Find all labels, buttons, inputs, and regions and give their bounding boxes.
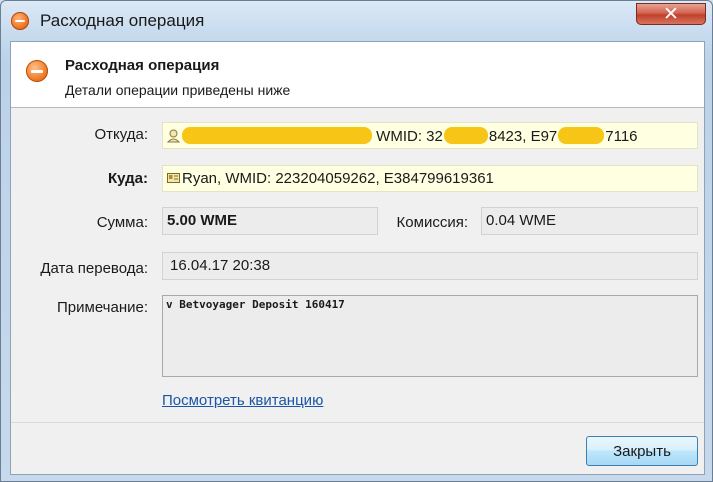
redacted-name bbox=[182, 127, 372, 144]
header-title: Расходная операция bbox=[65, 57, 220, 74]
minus-circle-icon bbox=[26, 60, 48, 82]
commission-field[interactable]: 0.04 WME bbox=[481, 207, 698, 235]
date-field[interactable]: 16.04.17 20:38 bbox=[162, 252, 698, 280]
from-wmid-prefix: WMID: 32 bbox=[376, 128, 443, 145]
dialog-window: Расходная операция ✕ Расходная операция … bbox=[0, 0, 713, 482]
minus-circle-icon bbox=[11, 12, 29, 30]
divider bbox=[11, 422, 704, 423]
title-bar[interactable]: Расходная операция ✕ bbox=[1, 1, 712, 41]
note-field[interactable]: v Betvoyager Deposit 160417 bbox=[162, 295, 698, 377]
close-icon: ✕ bbox=[663, 3, 679, 25]
from-wmid-mid: 8423, E97 bbox=[488, 128, 558, 145]
amount-field[interactable]: 5.00 WME bbox=[162, 207, 378, 235]
window-close-button[interactable]: ✕ bbox=[636, 3, 706, 25]
amount-label: Сумма: bbox=[96, 214, 148, 231]
date-label: Дата перевода: bbox=[40, 260, 148, 277]
view-receipt-link[interactable]: Посмотреть квитанцию bbox=[162, 392, 323, 409]
from-wmid-end: 7116 bbox=[605, 128, 638, 145]
note-text: v Betvoyager Deposit 160417 bbox=[166, 298, 345, 311]
header-subtitle: Детали операции приведены ниже bbox=[65, 82, 291, 98]
to-value: Ryan, WMID: 223204059262, E384799619361 bbox=[182, 170, 494, 187]
redacted-wmid bbox=[443, 127, 488, 144]
redacted-purse bbox=[558, 127, 605, 144]
commission-label: Комиссия: bbox=[396, 214, 468, 231]
dialog-content: Расходная операция Детали операции приве… bbox=[10, 41, 705, 475]
window-title: Расходная операция bbox=[40, 11, 205, 30]
close-button[interactable]: Закрыть bbox=[586, 436, 698, 466]
from-field[interactable]: WMID: 32 8423, E97 7116 bbox=[162, 122, 698, 149]
person-icon bbox=[167, 129, 180, 143]
to-field[interactable]: Ryan, WMID: 223204059262, E384799619361 bbox=[162, 165, 698, 192]
dialog-header: Расходная операция Детали операции приве… bbox=[11, 42, 704, 108]
to-label: Куда: bbox=[108, 170, 148, 187]
note-label: Примечание: bbox=[57, 299, 148, 316]
from-label: Откуда: bbox=[94, 126, 148, 143]
passport-card-icon bbox=[167, 173, 180, 183]
